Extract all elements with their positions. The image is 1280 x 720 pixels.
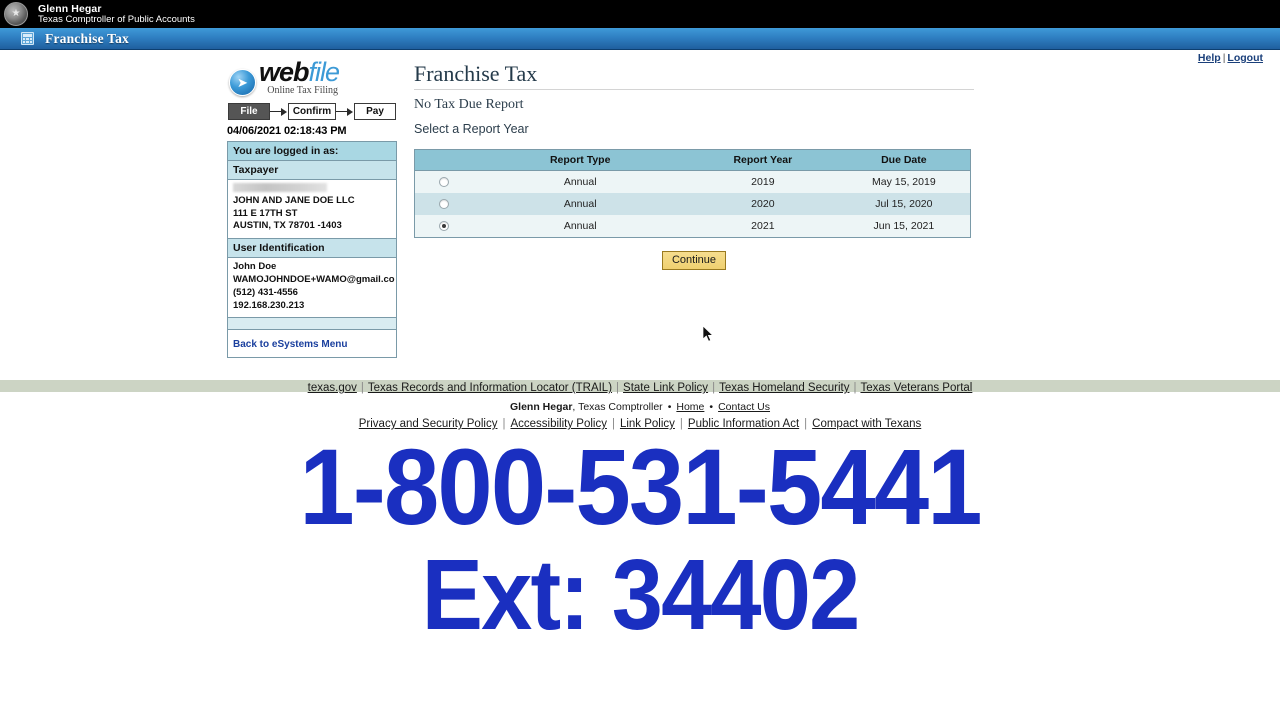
footer-link-veterans-portal[interactable]: Texas Veterans Portal xyxy=(860,382,972,394)
support-phone-number: 1-800-531-5441 xyxy=(299,426,982,547)
webfile-wordmark: webfile Online Tax Filing xyxy=(259,57,341,97)
webfile-tagline: Online Tax Filing xyxy=(267,85,339,97)
panel-spacer xyxy=(228,318,396,331)
footer-comptroller-name: Glenn Hegar xyxy=(509,401,573,413)
report-subtitle: No Tax Due Report xyxy=(414,97,524,113)
radio-button-2020[interactable] xyxy=(438,199,449,210)
taxpayer-info: JOHN AND JANE DOE LLC 111 E 17TH ST AUST… xyxy=(228,179,396,240)
logged-in-header: You are logged in as: xyxy=(228,140,396,161)
taxpayer-city-state-zip: AUSTIN, TX 78701 -1403 xyxy=(233,220,342,232)
footer-divider: | xyxy=(616,382,620,394)
row-select-cell[interactable] xyxy=(414,193,473,216)
user-email: WAMOJOHNDOE+WAMO@gmail.co xyxy=(233,274,395,286)
table-row[interactable]: Annual 2021 Jun 15, 2021 xyxy=(414,215,971,238)
step-arrow-icon-2 xyxy=(336,107,354,116)
logout-link[interactable]: Logout xyxy=(1227,52,1263,64)
calculator-icon xyxy=(21,32,34,45)
taxpayer-street: 111 E 17TH ST xyxy=(233,207,298,219)
row-select-cell[interactable] xyxy=(414,215,473,238)
cell-report-year: 2021 xyxy=(687,215,838,238)
footer-comptroller-title: , Texas Comptroller xyxy=(572,401,663,413)
user-phone: (512) 431-4556 xyxy=(233,286,298,298)
footer-link-trail[interactable]: Texas Records and Information Locator (T… xyxy=(368,382,612,394)
user-info: John Doe WAMOJOHNDOE+WAMO@gmail.co (512)… xyxy=(228,258,396,319)
cell-due-date: May 15, 2019 xyxy=(837,170,971,194)
help-link[interactable]: Help xyxy=(1198,52,1221,64)
session-panel: You are logged in as: Taxpayer JOHN AND … xyxy=(227,140,397,359)
user-name: John Doe xyxy=(233,261,277,273)
footer-link-texas-gov[interactable]: texas.gov xyxy=(308,382,357,394)
continue-button[interactable]: Continue xyxy=(661,251,727,271)
footer-divider: | xyxy=(853,382,857,394)
table-row[interactable]: Annual 2020 Jul 15, 2020 xyxy=(414,193,971,216)
webfile-web-text: web xyxy=(259,57,310,87)
footer-links-row-2: Glenn Hegar, Texas Comptroller • Home • Cont… xyxy=(0,401,1280,413)
report-year-table: Report Type Report Year Due Date Annual … xyxy=(414,149,971,239)
column-report-year: Report Year xyxy=(687,149,838,172)
support-phone-extension: Ext: 34402 xyxy=(421,539,861,652)
radio-button-2019[interactable] xyxy=(438,177,449,188)
footer-link-home[interactable]: Home xyxy=(676,401,704,413)
utility-links: Help | Logout xyxy=(1198,52,1263,64)
arrow-cursor-icon xyxy=(703,326,714,342)
cell-report-type: Annual xyxy=(472,215,688,238)
table-body: Annual 2019 May 15, 2019 Annual 2020 Jul… xyxy=(414,170,971,238)
taxpayer-header: Taxpayer xyxy=(228,160,396,180)
step-file[interactable]: File xyxy=(228,102,270,120)
footer-link-state-link-policy[interactable]: State Link Policy xyxy=(623,382,708,394)
step-confirm[interactable]: Confirm xyxy=(288,102,336,120)
application-title: Franchise Tax xyxy=(45,30,129,46)
action-row: Continue xyxy=(414,250,974,271)
step-pay[interactable]: Pay xyxy=(354,102,396,120)
progress-steps: File Confirm Pay xyxy=(227,102,397,120)
column-due-date: Due Date xyxy=(837,149,971,172)
table-row[interactable]: Annual 2019 May 15, 2019 xyxy=(414,170,971,194)
utility-separator: | xyxy=(1222,52,1226,64)
cell-due-date: Jul 15, 2020 xyxy=(837,193,971,216)
cell-due-date: Jun 15, 2021 xyxy=(837,215,971,238)
agency-header-text: Glenn Hegar Texas Comptroller of Public … xyxy=(38,3,195,26)
footer-divider: | xyxy=(360,382,364,394)
footer-divider: | xyxy=(712,382,716,394)
cell-report-type: Annual xyxy=(472,170,688,194)
footer-dot-1: • xyxy=(667,401,672,413)
row-select-cell[interactable] xyxy=(414,170,473,194)
user-ip-address: 192.168.230.213 xyxy=(233,299,305,311)
cell-report-year: 2020 xyxy=(687,193,838,216)
main-content: Franchise Tax No Tax Due Report Select a… xyxy=(414,61,974,271)
footer-link-contact-us[interactable]: Contact Us xyxy=(718,401,770,413)
agency-subtitle: Texas Comptroller of Public Accounts xyxy=(38,13,195,25)
comptroller-name: Glenn Hegar xyxy=(38,2,102,15)
agency-header-bar: Glenn Hegar Texas Comptroller of Public … xyxy=(0,0,1280,28)
webfile-logo: webfile Online Tax Filing xyxy=(227,57,397,97)
radio-button-2021[interactable] xyxy=(438,221,449,232)
page-content: Help|Logout webfile Online Tax Filing Fi… xyxy=(0,50,1280,380)
footer-dot-2: • xyxy=(709,401,714,413)
taxpayer-name: JOHN AND JANE DOE LLC xyxy=(233,194,355,206)
step-arrow-icon-1 xyxy=(270,107,288,116)
application-title-bar: Franchise Tax xyxy=(0,28,1280,50)
site-footer: texas.gov | Texas Records and Information … xyxy=(0,380,1280,430)
cell-report-type: Annual xyxy=(472,193,688,216)
page-title: Franchise Tax xyxy=(414,61,974,91)
webfile-arrow-icon xyxy=(229,68,256,96)
column-select xyxy=(414,149,473,172)
back-to-esystems-menu-link[interactable]: Back to eSystems Menu xyxy=(233,339,348,350)
back-link-row: Back to eSystems Menu xyxy=(228,330,396,358)
footer-link-homeland-security[interactable]: Texas Homeland Security xyxy=(719,382,849,394)
redacted-taxpayer-number xyxy=(233,182,327,192)
table-head: Report Type Report Year Due Date xyxy=(414,149,971,172)
cell-report-year: 2019 xyxy=(687,170,838,194)
webfile-file-text: file xyxy=(308,57,341,87)
footer-links-row-1: texas.gov | Texas Records and Information … xyxy=(0,380,1280,396)
user-identification-header: User Identification xyxy=(228,239,396,259)
texas-state-seal-icon xyxy=(4,2,28,26)
table-header-row: Report Type Report Year Due Date xyxy=(414,149,971,172)
column-report-type: Report Type xyxy=(472,149,688,172)
instruction-text: Select a Report Year xyxy=(414,122,529,137)
session-timestamp: 04/06/2021 02:18:43 PM xyxy=(227,124,347,137)
support-phone-overlay: 1-800-531-5441 Ext: 34402 xyxy=(0,426,1280,652)
sidebar: webfile Online Tax Filing File Confirm P… xyxy=(227,57,397,359)
